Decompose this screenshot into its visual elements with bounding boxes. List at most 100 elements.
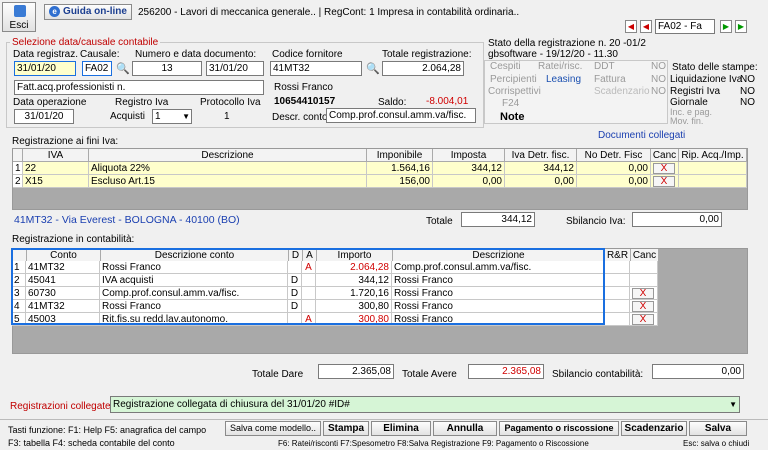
- numero-field[interactable]: 13: [132, 61, 202, 76]
- fattura-label: Fattura: [594, 74, 626, 85]
- imponibile[interactable]: 1.564,16: [367, 162, 433, 175]
- iva-descr[interactable]: Aliquota 22%: [89, 162, 367, 175]
- dataop-label: Data operazione: [13, 97, 87, 108]
- nodetr[interactable]: 0,00: [577, 175, 651, 188]
- detr[interactable]: 344,12: [505, 162, 577, 175]
- nodetr[interactable]: 0,00: [577, 162, 651, 175]
- stampa-button[interactable]: Stampa: [323, 421, 369, 436]
- imposta[interactable]: 0,00: [433, 175, 505, 188]
- nav-code-select[interactable]: FA02 - Fa: [655, 19, 715, 34]
- nav-first-button[interactable]: ◀: [625, 20, 637, 33]
- imponibile-col-header: Imponibile: [367, 149, 433, 162]
- iva-grid: IVA Descrizione Imponibile Imposta Iva D…: [12, 148, 748, 210]
- nav-next-button[interactable]: ▶: [720, 20, 732, 33]
- selection-highlight: [11, 248, 605, 325]
- liq-iva-value: NO: [740, 74, 755, 85]
- salva-button[interactable]: Salva: [689, 421, 747, 436]
- piva: 10654410157: [274, 96, 336, 107]
- totale-iva-label: Totale: [426, 216, 453, 227]
- reg-iva-label: Registri Iva: [670, 86, 721, 97]
- fornitore-address: 41MT32 - Via Everest - BOLOGNA - 40100 (…: [14, 214, 240, 226]
- ddt-value: NO: [651, 61, 666, 72]
- nav-prev-button[interactable]: ◀: [640, 20, 652, 33]
- cont-title: Registrazione in contabilità:: [12, 234, 135, 245]
- saldo-value: -8.004,01: [426, 96, 469, 107]
- sbil-cont-label: Sbilancio contabilità:: [552, 369, 644, 380]
- delete-row-button[interactable]: X: [653, 163, 675, 174]
- search-icon[interactable]: 🔍: [116, 62, 130, 75]
- delete-row-button[interactable]: X: [632, 314, 654, 325]
- iva-col-header: IVA: [23, 149, 89, 162]
- iva-code[interactable]: 22: [23, 162, 89, 175]
- annulla-button[interactable]: Annulla: [433, 421, 497, 436]
- percipienti-label: Percipienti: [490, 74, 537, 85]
- cont-canc-cell[interactable]: [630, 274, 658, 287]
- cont-rr-cell[interactable]: [604, 313, 630, 326]
- chevron-down-icon: ▼: [182, 112, 190, 121]
- detr-col-header: Iva Detr. fisc.: [505, 149, 577, 162]
- table-row[interactable]: 2 X15 Escluso Art.15 156,00 0,00 0,00 0,…: [13, 175, 749, 188]
- row-number: 1: [13, 162, 23, 175]
- iva-title: Registrazione ai fini Iva:: [12, 136, 119, 147]
- selection-legend: Selezione data/causale contabile: [10, 37, 161, 48]
- descr-causale-field[interactable]: Fatt.acq.professionisti n.: [14, 80, 264, 95]
- cont-canc-cell[interactable]: [630, 261, 658, 274]
- search-fornitore-icon[interactable]: 🔍: [366, 62, 380, 75]
- salva-modello-button[interactable]: Salva come modello..: [225, 421, 321, 436]
- codfor-field[interactable]: 41MT32: [270, 61, 362, 76]
- regiva-select[interactable]: 1 ▼: [152, 109, 192, 124]
- descrconto-field[interactable]: Comp.prof.consul.amm.va/fisc.: [326, 108, 476, 123]
- nodetr-col-header: No Detr. Fisc: [577, 149, 651, 162]
- detr[interactable]: 0,00: [505, 175, 577, 188]
- table-row[interactable]: 1 22 Aliquota 22% 1.564,16 344,12 344,12…: [13, 162, 749, 175]
- documenti-collegati-link[interactable]: Documenti collegati: [598, 130, 685, 141]
- esci-button[interactable]: Esci: [2, 2, 36, 32]
- saldo-label: Saldo:: [378, 97, 407, 108]
- cont-rr-cell[interactable]: [604, 287, 630, 300]
- protiva-value: 1: [224, 111, 230, 122]
- imposta[interactable]: 344,12: [433, 162, 505, 175]
- data-reg-field[interactable]: 31/01/20: [14, 61, 76, 76]
- tot-dare-field: 2.365,08: [318, 364, 394, 379]
- data-doc-field[interactable]: 31/01/20: [206, 61, 264, 76]
- delete-row-button[interactable]: X: [653, 176, 675, 187]
- cont-rr-cell[interactable]: [604, 300, 630, 313]
- pagamento-button[interactable]: Pagamento o riscossione: [499, 421, 619, 436]
- dataop-field[interactable]: 31/01/20: [14, 109, 74, 124]
- numdata-label: Numero e data documento:: [135, 49, 257, 60]
- cont-canc-cell[interactable]: X: [630, 313, 658, 326]
- tasti-hint: Tasti funzione: F1: Help F5: anagrafica …: [8, 425, 207, 435]
- collegate-select[interactable]: Registrazione collegata di chiusura del …: [110, 396, 740, 413]
- iva-code[interactable]: X15: [23, 175, 89, 188]
- totale-iva-field: 344,12: [461, 212, 535, 227]
- rip-cell[interactable]: [679, 162, 747, 175]
- causale-label: Causale:: [80, 49, 120, 60]
- help-icon: e: [49, 5, 61, 17]
- elimina-button[interactable]: Elimina: [371, 421, 431, 436]
- status-info: 256200 - Lavori di meccanica generale.. …: [138, 7, 520, 18]
- scadenzario-button[interactable]: Scadenzario: [621, 421, 687, 436]
- totreg-field[interactable]: 2.064,28: [382, 61, 464, 76]
- cont-canc-cell[interactable]: X: [630, 287, 658, 300]
- delete-row-button[interactable]: X: [632, 288, 654, 299]
- data-reg-label: Data registraz.: [13, 49, 79, 60]
- cespiti-label: Cespiti: [490, 61, 521, 72]
- iva-descr[interactable]: Escluso Art.15: [89, 175, 367, 188]
- chevron-down-icon: ▼: [729, 400, 737, 409]
- liq-iva-label: Liquidazione Iva: [670, 74, 743, 85]
- rip-cell[interactable]: [679, 175, 747, 188]
- descr-col-header: Descrizione: [89, 149, 367, 162]
- cont-rr-cell[interactable]: [604, 274, 630, 287]
- delete-row-button[interactable]: X: [632, 301, 654, 312]
- guida-online-button[interactable]: e Guida on-line: [44, 4, 132, 20]
- cont-rr-cell[interactable]: [604, 261, 630, 274]
- causale-field[interactable]: FA02: [82, 61, 112, 76]
- cont-canc-cell[interactable]: X: [630, 300, 658, 313]
- collegate-label: Registrazioni collegate:: [10, 401, 114, 412]
- reg-iva-value: NO: [740, 86, 755, 97]
- esc-hint: Esc: salva o chiudi: [683, 439, 750, 448]
- giornale-value: NO: [740, 97, 755, 108]
- nav-last-button[interactable]: ▶: [735, 20, 747, 33]
- imposta-col-header: Imposta: [433, 149, 505, 162]
- imponibile[interactable]: 156,00: [367, 175, 433, 188]
